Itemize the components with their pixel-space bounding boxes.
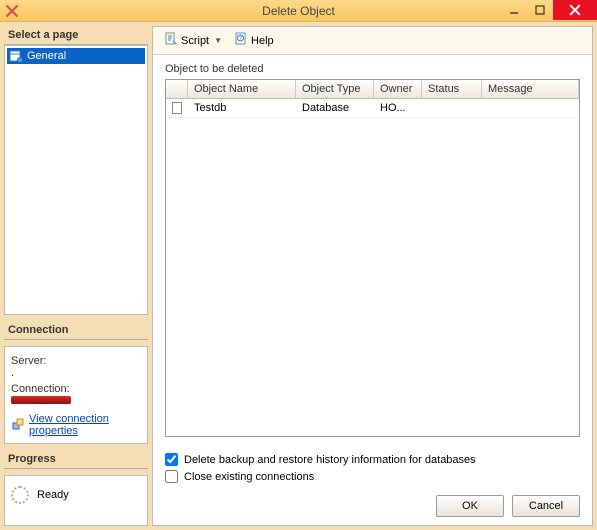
close-connections-checkbox[interactable] bbox=[165, 470, 178, 483]
cell-message bbox=[482, 99, 579, 117]
progress-header: Progress bbox=[4, 450, 148, 469]
progress-section: Ready bbox=[4, 475, 148, 526]
script-button[interactable]: Script ▼ bbox=[159, 29, 227, 52]
script-icon bbox=[164, 32, 178, 49]
main-area: Object to be deleted Object Name Object … bbox=[153, 55, 592, 445]
cell-owner: HO... bbox=[374, 99, 422, 117]
left-panel: Select a page General Connection Server:… bbox=[4, 26, 148, 526]
close-icon-left[interactable] bbox=[2, 2, 22, 20]
col-owner[interactable]: Owner bbox=[374, 80, 422, 98]
redacted-value bbox=[11, 396, 71, 404]
connection-label: Connection: bbox=[11, 383, 141, 395]
server-value: . bbox=[11, 367, 141, 379]
progress-spinner-icon bbox=[11, 486, 29, 504]
right-panel: Script ▼ ? Help Object to be deleted Obj… bbox=[152, 26, 593, 526]
page-list: General bbox=[4, 45, 148, 315]
close-button[interactable] bbox=[553, 0, 597, 20]
help-label: Help bbox=[251, 35, 274, 47]
page-item-general[interactable]: General bbox=[7, 48, 145, 64]
close-connections-label: Close existing connections bbox=[184, 471, 314, 483]
title-bar: Delete Object bbox=[0, 0, 597, 22]
row-check[interactable] bbox=[166, 99, 188, 117]
ok-button[interactable]: OK bbox=[436, 495, 504, 517]
cancel-button[interactable]: Cancel bbox=[512, 495, 580, 517]
server-label: Server: bbox=[11, 355, 141, 367]
help-button[interactable]: ? Help bbox=[229, 29, 279, 52]
window-title: Delete Object bbox=[262, 4, 335, 18]
objects-group-label: Object to be deleted bbox=[165, 63, 580, 75]
col-object-type[interactable]: Object Type bbox=[296, 80, 374, 98]
col-object-name[interactable]: Object Name bbox=[188, 80, 296, 98]
chevron-down-icon: ▼ bbox=[214, 36, 222, 45]
col-message[interactable]: Message bbox=[482, 80, 579, 98]
col-status[interactable]: Status bbox=[422, 80, 482, 98]
col-check bbox=[166, 80, 188, 98]
view-connection-properties-link[interactable]: View connection properties bbox=[29, 413, 141, 437]
select-page-header: Select a page bbox=[4, 26, 148, 45]
connection-value bbox=[11, 395, 141, 407]
script-label: Script bbox=[181, 35, 209, 47]
options-area: Delete backup and restore history inform… bbox=[153, 445, 592, 489]
delete-backup-label: Delete backup and restore history inform… bbox=[184, 454, 476, 466]
cell-status bbox=[422, 99, 482, 117]
connection-header: Connection bbox=[4, 321, 148, 340]
objects-grid: Object Name Object Type Owner Status Mes… bbox=[165, 79, 580, 437]
connection-section: Server: . Connection: View connection pr… bbox=[4, 346, 148, 444]
minimize-button[interactable] bbox=[501, 0, 527, 20]
grid-header: Object Name Object Type Owner Status Mes… bbox=[166, 80, 579, 99]
connection-props-icon bbox=[11, 417, 25, 434]
cell-name: Testdb bbox=[188, 99, 296, 117]
button-row: OK Cancel bbox=[153, 489, 592, 525]
page-icon bbox=[9, 49, 23, 63]
cell-type: Database bbox=[296, 99, 374, 117]
help-icon: ? bbox=[234, 32, 248, 49]
svg-text:?: ? bbox=[239, 36, 242, 42]
table-row[interactable]: Testdb Database HO... bbox=[166, 99, 579, 118]
progress-status: Ready bbox=[37, 489, 69, 501]
maximize-button[interactable] bbox=[527, 0, 553, 20]
window-controls bbox=[501, 0, 597, 20]
delete-backup-checkbox[interactable] bbox=[165, 453, 178, 466]
page-item-label: General bbox=[27, 50, 66, 62]
toolbar: Script ▼ ? Help bbox=[153, 27, 592, 55]
